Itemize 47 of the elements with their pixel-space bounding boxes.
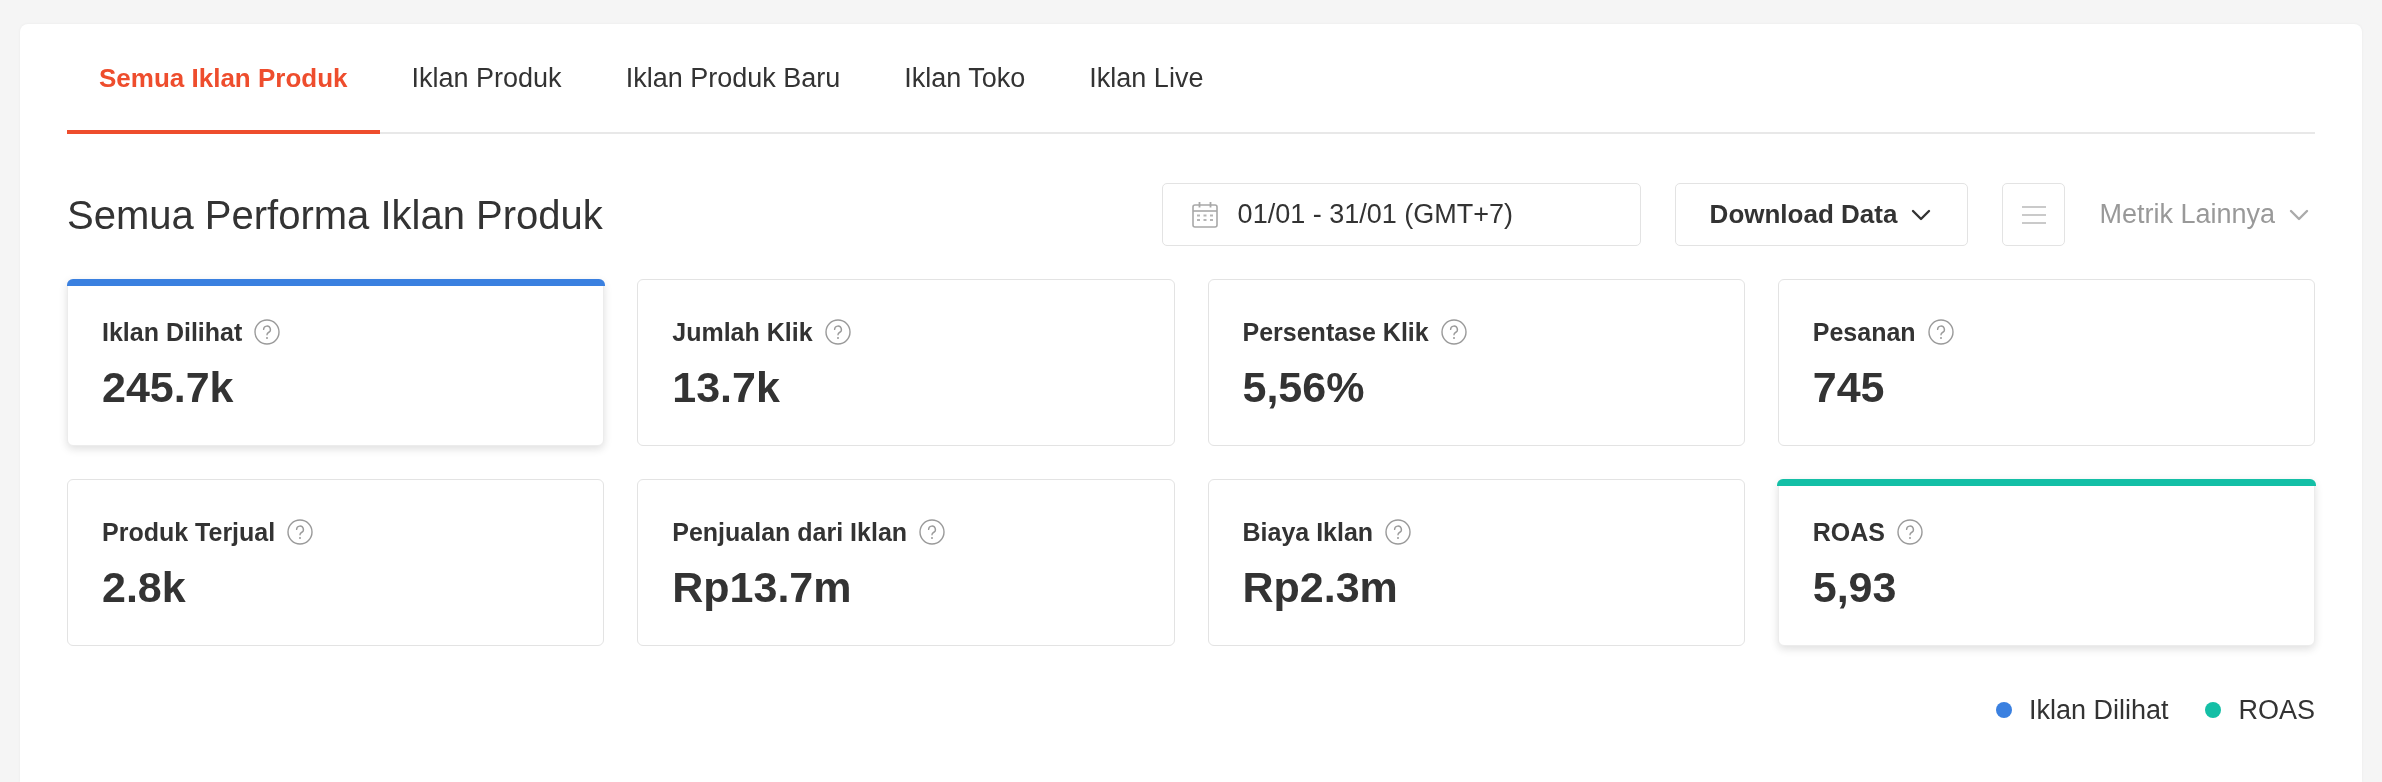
calendar-icon	[1190, 200, 1219, 229]
tab[interactable]: Iklan Produk Baru	[593, 24, 873, 134]
metric-label: Penjualan dari Iklan	[672, 517, 908, 548]
metric-value: 745	[1812, 362, 1886, 412]
tab[interactable]: Iklan Toko	[872, 24, 1058, 134]
menu-icon	[2021, 205, 2046, 224]
metric-label: Jumlah Klik	[672, 317, 813, 348]
help-icon[interactable]	[919, 519, 946, 545]
metric-label: Persentase Klik	[1242, 317, 1429, 348]
metric-value: 5,56%	[1242, 362, 1366, 412]
metric-label: Pesanan	[1812, 317, 1916, 348]
metric-value: Rp2.3m	[1242, 562, 1399, 612]
metric-card[interactable]: Jumlah Klik 13.7k	[637, 279, 1175, 446]
help-icon[interactable]	[1927, 319, 1954, 345]
help-icon[interactable]	[287, 519, 314, 545]
section-title: Semua Performa Iklan Produk	[67, 191, 603, 239]
menu-button[interactable]	[2002, 183, 2066, 246]
download-data-button[interactable]: Download Data	[1674, 183, 1969, 246]
chevron-down-icon	[2289, 208, 2309, 221]
help-icon[interactable]	[824, 319, 851, 345]
metric-card[interactable]: Produk Terjual 2.8k	[67, 479, 605, 646]
metric-value: 13.7k	[672, 362, 781, 412]
legend-label: ROAS	[2238, 694, 2315, 726]
chevron-down-icon	[1911, 208, 1932, 221]
help-icon[interactable]	[254, 319, 281, 345]
metric-card[interactable]: Biaya Iklan Rp2.3m	[1207, 479, 1745, 646]
metric-value: Rp13.7m	[672, 562, 853, 612]
help-icon[interactable]	[1897, 519, 1923, 545]
metric-label: Biaya Iklan	[1242, 517, 1374, 548]
metric-card[interactable]: Persentase Klik 5,56%	[1207, 279, 1745, 446]
metric-value: 245.7k	[102, 362, 235, 412]
help-icon[interactable]	[1385, 519, 1412, 545]
tab[interactable]: Iklan Live	[1057, 24, 1236, 134]
metric-label: Iklan Dilihat	[102, 317, 243, 348]
tab[interactable]: Semua Iklan Produk	[67, 24, 380, 134]
legend-label: Iklan Dilihat	[2028, 694, 2169, 726]
metric-card[interactable]: ROAS 5,93	[1777, 479, 2315, 646]
date-range-picker[interactable]: 01/01 - 31/01 (GMT+7)	[1161, 183, 1641, 246]
metric-value: 2.8k	[102, 562, 187, 612]
metric-card[interactable]: Iklan Dilihat 245.7k	[67, 279, 605, 446]
metric-card[interactable]: Pesanan 745	[1777, 279, 2315, 446]
metric-label: Produk Terjual	[102, 517, 276, 548]
metric-label: ROAS	[1812, 517, 1885, 548]
tab[interactable]: Iklan Produk	[379, 24, 594, 134]
metric-value: 5,93	[1812, 562, 1898, 612]
metric-card[interactable]: Penjualan dari Iklan Rp13.7m	[637, 479, 1175, 646]
help-icon[interactable]	[1440, 319, 1467, 345]
